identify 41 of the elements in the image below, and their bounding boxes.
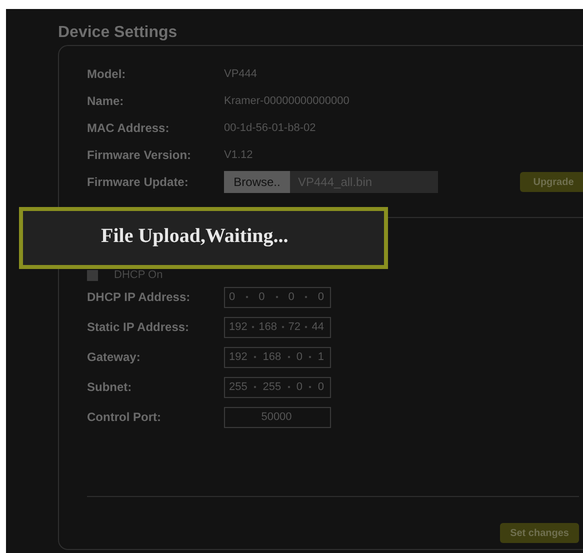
octet-text: 1 xyxy=(318,351,324,363)
set-changes-button[interactable]: Set changes xyxy=(500,523,579,543)
octet-text: 0 xyxy=(229,291,236,303)
octet-text: 0 xyxy=(258,291,265,303)
field-value: VP444 xyxy=(224,68,258,80)
checkbox[interactable] xyxy=(87,270,98,281)
octet-text: 0 xyxy=(288,291,294,303)
field-label: MAC Address: xyxy=(87,120,170,134)
field-label: Gateway: xyxy=(87,350,142,364)
section-title: Device Settings xyxy=(58,23,178,43)
field-value: 00-1d-56-01-b8-02 xyxy=(224,122,316,134)
upload-message-box: File Upload,Waiting... xyxy=(19,207,388,269)
octet-text: 168 xyxy=(262,351,282,363)
ip-address-field[interactable]: 255 255 0 0 xyxy=(224,376,331,398)
field-label: Firmware Version: xyxy=(87,148,192,162)
octet-text: 44 xyxy=(312,321,324,333)
field-value: V1.12 xyxy=(224,148,253,160)
ip-address-field[interactable]: 192 168 0 1 xyxy=(224,346,331,368)
octet-text: 192 xyxy=(229,351,248,363)
upgrade-button[interactable]: Upgrade xyxy=(520,172,583,192)
octet-text: 0 xyxy=(318,381,324,393)
port-field[interactable]: 50000 xyxy=(224,406,331,428)
octet-text: 0 xyxy=(296,351,303,363)
field-label: Firmware Update: xyxy=(87,175,190,189)
octet-text: 255 xyxy=(262,381,282,393)
field-label: Static IP Address: xyxy=(87,320,190,334)
octet-text: 0 xyxy=(296,381,303,393)
ip-address-field[interactable]: 192 168 72 44 xyxy=(224,316,331,338)
field-label: Subnet: xyxy=(87,380,133,394)
field-label: Model: xyxy=(87,66,127,80)
octet-text: 168 xyxy=(258,321,277,333)
octet-text: 192 xyxy=(229,321,248,333)
browse-button[interactable]: Browse.. xyxy=(224,171,290,193)
octet-text: 255 xyxy=(229,381,248,393)
field-value: Kramer-00000000000000 xyxy=(224,94,350,106)
field-label: DHCP IP Address: xyxy=(87,290,192,304)
octet-text: 72 xyxy=(288,321,300,333)
octet-text: 0 xyxy=(318,291,324,303)
field-label: Name: xyxy=(87,94,125,108)
field-label: Control Port: xyxy=(87,410,162,424)
ip-address-field[interactable]: 0 0 0 0 xyxy=(224,286,331,308)
